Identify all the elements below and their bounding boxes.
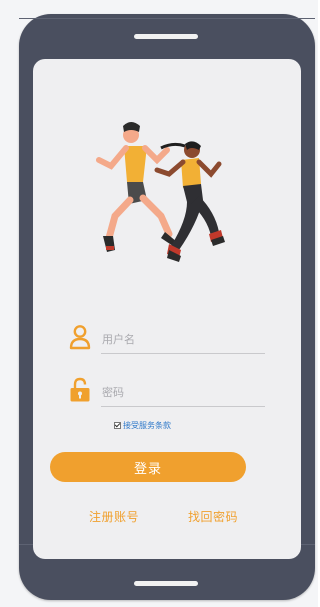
runners-illustration	[96, 122, 225, 262]
home-indicator	[134, 581, 198, 586]
login-button[interactable]: 登录	[50, 452, 246, 482]
username-underline	[101, 353, 265, 354]
terms-agreement[interactable]: 接受服务条款	[114, 418, 171, 432]
lock-icon	[70, 377, 90, 402]
runner-man	[96, 122, 177, 252]
terms-checkbox[interactable]	[114, 421, 121, 429]
password-input[interactable]	[102, 383, 262, 401]
user-icon	[69, 325, 91, 350]
terms-link[interactable]: 接受服务条款	[123, 420, 171, 431]
frame-highlight-top	[19, 18, 315, 19]
password-field	[69, 377, 265, 407]
password-underline	[101, 406, 265, 407]
recover-password-link[interactable]: 找回密码	[188, 508, 238, 525]
username-input[interactable]	[102, 330, 262, 348]
register-link[interactable]: 注册账号	[89, 508, 139, 525]
runner-woman	[154, 141, 225, 262]
username-field	[69, 324, 265, 354]
phone-frame	[19, 14, 315, 600]
speaker-slot	[134, 34, 198, 39]
app-screen	[33, 59, 301, 559]
